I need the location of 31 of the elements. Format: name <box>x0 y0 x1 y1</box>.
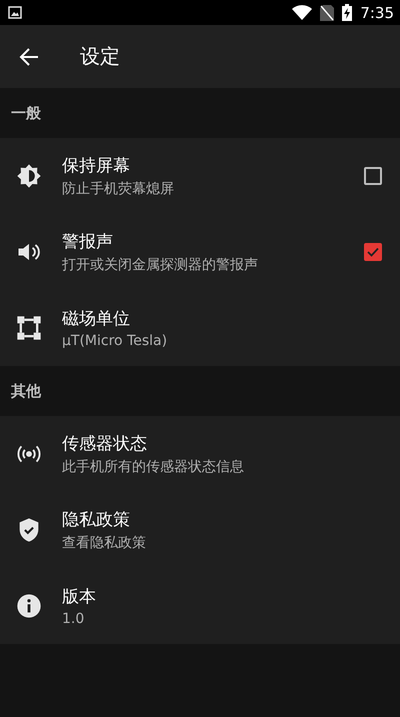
item-title: 传感器状态 <box>62 433 148 455</box>
item-subtitle: 防止手机荧幕熄屏 <box>62 180 175 198</box>
checkbox[interactable] <box>364 243 382 261</box>
brightness-icon <box>15 162 43 190</box>
back-arrow-icon <box>19 48 39 66</box>
page-title: 设定 <box>80 43 120 70</box>
settings-item[interactable]: 传感器状态 此手机所有的传感器状态信息 <box>0 416 400 492</box>
item-subtitle: 此手机所有的传感器状态信息 <box>62 458 245 476</box>
item-title: 保持屏幕 <box>62 155 131 177</box>
no-sim-icon <box>320 4 334 20</box>
item-subtitle: 查看隐私政策 <box>62 534 147 552</box>
status-time: 7:35 <box>360 4 394 22</box>
battery-charging-icon <box>342 4 352 21</box>
item-title: 隐私政策 <box>62 509 131 531</box>
item-subtitle: 1.0 <box>62 611 86 627</box>
settings-item[interactable]: 警报声 打开或关闭金属探测器的警报声 <box>0 214 400 290</box>
item-title: 磁场单位 <box>62 308 131 330</box>
check-icon <box>367 247 379 257</box>
image-icon <box>8 6 22 19</box>
item-title: 版本 <box>62 586 97 608</box>
nodes-icon <box>15 314 43 342</box>
wifi-icon <box>292 5 312 20</box>
settings-item[interactable]: 隐私政策 查看隐私政策 <box>0 492 400 568</box>
settings-item[interactable]: 磁场单位 μT(Micro Tesla) <box>0 290 400 366</box>
info-icon <box>15 592 43 620</box>
settings-item[interactable]: 版本 1.0 <box>0 568 400 644</box>
settings-item[interactable]: 保持屏幕 防止手机荧幕熄屏 <box>0 138 400 214</box>
item-subtitle: μT(Micro Tesla) <box>62 333 168 349</box>
checkbox[interactable] <box>364 167 382 185</box>
item-subtitle: 打开或关闭金属探测器的警报声 <box>62 256 259 274</box>
item-title: 警报声 <box>62 231 114 253</box>
